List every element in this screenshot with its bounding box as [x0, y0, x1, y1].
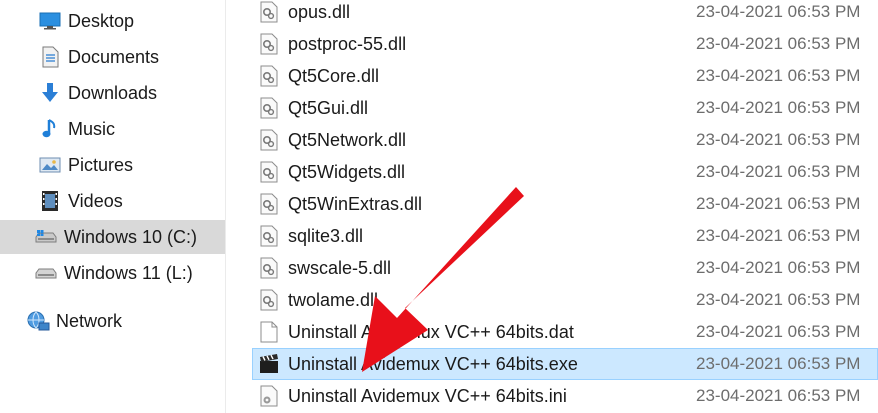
file-row-opus-dll[interactable]: opus.dll 23-04-2021 06:53 PM	[252, 0, 878, 28]
desktop-icon	[38, 9, 62, 33]
dll-file-icon	[258, 160, 280, 184]
dll-file-icon	[258, 192, 280, 216]
nav-item-downloads[interactable]: Downloads	[0, 76, 225, 110]
file-list: opus.dll 23-04-2021 06:53 PM postproc-55…	[226, 0, 878, 413]
nav-item-label: Windows 10 (C:)	[64, 226, 198, 247]
nav-item-desktop[interactable]: Desktop	[0, 4, 225, 38]
file-date-modified: 23-04-2021 06:53 PM	[696, 194, 861, 213]
nav-item-label: Documents	[68, 46, 160, 67]
file-date-modified: 23-04-2021 06:53 PM	[696, 386, 861, 405]
nav-item-windows-10-c[interactable]: Windows 10 (C:)	[0, 220, 225, 254]
file-date-modified: 23-04-2021 06:53 PM	[696, 66, 861, 85]
file-name: postproc-55.dll	[288, 33, 407, 54]
file-name: twolame.dll	[288, 289, 379, 310]
drive-c-icon	[34, 225, 58, 249]
file-date-modified: 23-04-2021 06:53 PM	[696, 322, 861, 341]
ini-settings-file-icon	[258, 384, 280, 408]
network-icon	[26, 309, 50, 333]
dll-file-icon	[258, 256, 280, 280]
pictures-icon	[38, 153, 62, 177]
file-date-modified: 23-04-2021 06:53 PM	[696, 258, 861, 277]
file-date-modified: 23-04-2021 06:53 PM	[696, 130, 861, 149]
file-name: opus.dll	[288, 1, 351, 22]
file-name: Uninstall Avidemux VC++ 64bits.ini	[288, 385, 567, 406]
dll-file-icon	[258, 128, 280, 152]
file-date-modified: 23-04-2021 06:53 PM	[696, 162, 861, 181]
music-icon	[38, 117, 62, 141]
file-name: Qt5Widgets.dll	[288, 161, 406, 182]
nav-item-label: Downloads	[68, 82, 158, 103]
file-date-modified: 23-04-2021 06:53 PM	[696, 34, 861, 53]
file-row-qt5winextras-dll[interactable]: Qt5WinExtras.dll 23-04-2021 06:53 PM	[252, 188, 878, 220]
file-name: Uninstall Avidemux VC++ 64bits.exe	[288, 353, 578, 374]
file-name: Qt5WinExtras.dll	[288, 193, 423, 214]
blank-file-icon	[258, 320, 280, 344]
file-name: Qt5Network.dll	[288, 129, 407, 150]
nav-item-network[interactable]: Network	[0, 304, 225, 338]
file-row-qt5gui-dll[interactable]: Qt5Gui.dll 23-04-2021 06:53 PM	[252, 92, 878, 124]
file-row-uninstall-exe[interactable]: Uninstall Avidemux VC++ 64bits.exe 23-04…	[252, 348, 878, 380]
file-date-modified: 23-04-2021 06:53 PM	[696, 354, 861, 373]
dll-file-icon	[258, 288, 280, 312]
file-date-modified: 23-04-2021 06:53 PM	[696, 98, 861, 117]
nav-item-music[interactable]: Music	[0, 112, 225, 146]
nav-item-label: Windows 11 (L:)	[64, 262, 193, 283]
file-row-uninstall-ini[interactable]: Uninstall Avidemux VC++ 64bits.ini 23-04…	[252, 380, 878, 412]
nav-item-label: Desktop	[68, 10, 135, 31]
nav-item-windows-11-l[interactable]: Windows 11 (L:)	[0, 256, 225, 290]
dll-file-icon	[258, 0, 280, 24]
nav-item-videos[interactable]: Videos	[0, 184, 225, 218]
file-row-qt5network-dll[interactable]: Qt5Network.dll 23-04-2021 06:53 PM	[252, 124, 878, 156]
nav-item-pictures[interactable]: Pictures	[0, 148, 225, 182]
file-date-modified: 23-04-2021 06:53 PM	[696, 290, 861, 309]
file-name: Qt5Core.dll	[288, 65, 380, 86]
file-row-postproc-dll[interactable]: postproc-55.dll 23-04-2021 06:53 PM	[252, 28, 878, 60]
file-name: Uninstall Avidemux VC++ 64bits.dat	[288, 321, 574, 342]
file-row-uninstall-dat[interactable]: Uninstall Avidemux VC++ 64bits.dat 23-04…	[252, 316, 878, 348]
nav-item-label: Music	[68, 118, 116, 139]
file-name: sqlite3.dll	[288, 225, 364, 246]
file-row-twolame-dll[interactable]: twolame.dll 23-04-2021 06:53 PM	[252, 284, 878, 316]
file-name: swscale-5.dll	[288, 257, 392, 278]
nav-item-label: Pictures	[68, 154, 134, 175]
file-row-qt5widgets-dll[interactable]: Qt5Widgets.dll 23-04-2021 06:53 PM	[252, 156, 878, 188]
drive-l-icon	[34, 261, 58, 285]
videos-icon	[38, 189, 62, 213]
nav-item-documents[interactable]: Documents	[0, 40, 225, 74]
clapperboard-exe-icon	[258, 352, 280, 376]
documents-icon	[38, 45, 62, 69]
nav-item-label: Videos	[68, 190, 123, 211]
navigation-pane: Desktop Documents Downloads Music Pictur…	[0, 0, 226, 413]
nav-item-label: Network	[56, 310, 123, 331]
file-name: Qt5Gui.dll	[288, 97, 369, 118]
downloads-icon	[38, 81, 62, 105]
file-row-swscale-dll[interactable]: swscale-5.dll 23-04-2021 06:53 PM	[252, 252, 878, 284]
dll-file-icon	[258, 32, 280, 56]
dll-file-icon	[258, 96, 280, 120]
file-row-sqlite3-dll[interactable]: sqlite3.dll 23-04-2021 06:53 PM	[252, 220, 878, 252]
dll-file-icon	[258, 224, 280, 248]
dll-file-icon	[258, 64, 280, 88]
file-row-qt5core-dll[interactable]: Qt5Core.dll 23-04-2021 06:53 PM	[252, 60, 878, 92]
file-date-modified: 23-04-2021 06:53 PM	[696, 2, 861, 21]
file-date-modified: 23-04-2021 06:53 PM	[696, 226, 861, 245]
